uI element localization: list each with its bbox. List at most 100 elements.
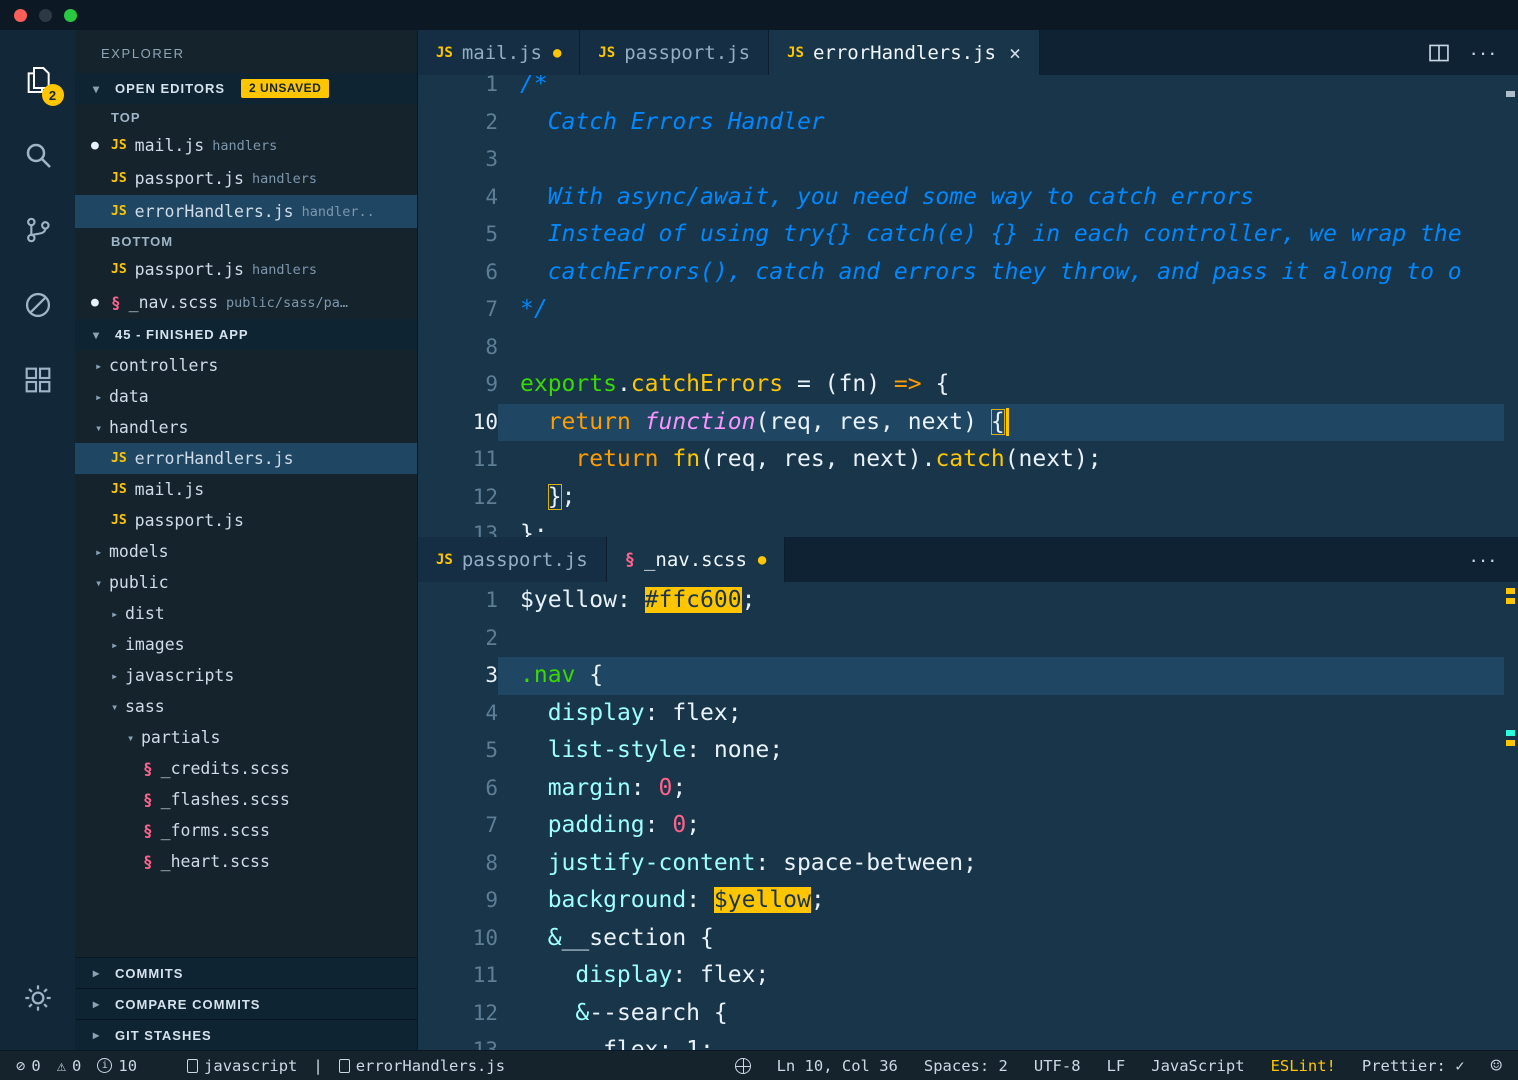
globe-icon: [734, 1057, 751, 1074]
tree-folder-public[interactable]: ▾ public: [75, 567, 417, 598]
eslint-status[interactable]: ESLint!: [1271, 1057, 1336, 1075]
tab-bar: JS mail.js ● JS passport.js JS errorHandlers.j…: [418, 30, 1518, 75]
open-editor-item[interactable]: ● JS mail.js handlers: [75, 129, 417, 162]
language-mode[interactable]: JavaScript: [1151, 1057, 1244, 1075]
code-line[interactable]: 7 */: [418, 291, 1518, 329]
indentation[interactable]: Spaces: 2: [924, 1057, 1008, 1075]
sidebar-section-commits[interactable]: ▸ COMMITS: [75, 957, 417, 988]
code-line[interactable]: 2 Catch Errors Handler: [418, 104, 1518, 142]
code-line[interactable]: 8 justify-content: space-between;: [418, 845, 1518, 883]
cursor-position[interactable]: Ln 10, Col 36: [777, 1057, 898, 1075]
debug-icon[interactable]: [14, 275, 62, 335]
line-number: 13: [472, 1038, 498, 1050]
code-line[interactable]: 1 /*: [418, 75, 1518, 104]
code-line[interactable]: 13};: [418, 516, 1518, 537]
open-editor-item[interactable]: JS passport.js handlers: [75, 162, 417, 195]
more-actions-button[interactable]: ···: [1470, 547, 1498, 573]
tree-file-mail.js[interactable]: JS mail.js: [75, 474, 417, 505]
tab-passport.js[interactable]: JS passport.js: [580, 30, 770, 75]
maximize-button[interactable]: [64, 8, 77, 22]
code-line[interactable]: 3: [418, 141, 1518, 179]
status-text: Ln 10, Col 36: [776, 1056, 898, 1075]
source-control-icon[interactable]: [14, 200, 62, 260]
open-editor-item[interactable]: JS passport.js handlers: [75, 253, 417, 286]
code-line[interactable]: 12 &--search {: [418, 995, 1518, 1033]
code-line[interactable]: 7 padding: 0;: [418, 807, 1518, 845]
remote-indicator[interactable]: [734, 1057, 751, 1074]
tree-folder-handlers[interactable]: ▾ handlers: [75, 412, 417, 443]
open-editors-header[interactable]: ▾ OPEN EDITORS 2 UNSAVED: [75, 73, 417, 104]
sidebar-section-git-stashes[interactable]: ▸ GIT STASHES: [75, 1019, 417, 1050]
open-editors-label: OPEN EDITORS: [115, 81, 226, 96]
code-line[interactable]: 4 display: flex;: [418, 695, 1518, 733]
code-line[interactable]: 6 catchErrors(), catch and errors they t…: [418, 254, 1518, 292]
explorer-icon[interactable]: 2: [14, 50, 64, 110]
language-context[interactable]: javascript: [187, 1057, 297, 1075]
code-line[interactable]: 1 $yellow: #ffc600;: [418, 582, 1518, 620]
warning-icon: ⚠: [56, 1056, 67, 1075]
code-line[interactable]: 2: [418, 620, 1518, 658]
prettier-status[interactable]: Prettier: ✓: [1362, 1057, 1465, 1075]
tree-folder-javascripts[interactable]: ▸ javascripts: [75, 660, 417, 691]
tab-label: passport.js: [461, 548, 588, 571]
warnings-count[interactable]: ⚠ 0: [57, 1057, 82, 1075]
encoding[interactable]: UTF-8: [1034, 1057, 1081, 1075]
tab-_nav.scss[interactable]: § _nav.scss ●: [606, 537, 786, 582]
split-editor-button[interactable]: [1428, 42, 1450, 64]
tree-file-errorHandlers.js[interactable]: JS errorHandlers.js: [75, 443, 417, 474]
code-line[interactable]: 12 };: [418, 479, 1518, 517]
tree-folder-dist[interactable]: ▸ dist: [75, 598, 417, 629]
eol[interactable]: LF: [1107, 1057, 1126, 1075]
code-line[interactable]: 5 list-style: none;: [418, 732, 1518, 770]
tab-passport.js[interactable]: JS passport.js: [418, 537, 607, 582]
file-path-meta: handlers: [212, 137, 278, 154]
code-line[interactable]: 9 exports.catchErrors = (fn) => {: [418, 366, 1518, 404]
section-label: COMPARE COMMITS: [115, 996, 261, 1012]
tab-errorHandlers.js[interactable]: JS errorHandlers.js ×: [769, 30, 1041, 75]
code-text: flex: 1;: [520, 1037, 714, 1050]
folder-root-header[interactable]: ▾ 45 - FINISHED APP: [75, 319, 417, 350]
code-line[interactable]: 4 With async/await, you need some way to…: [418, 179, 1518, 217]
feedback-smiley[interactable]: ☺: [1491, 1055, 1502, 1077]
close-button[interactable]: [14, 8, 27, 22]
code-line[interactable]: 11 display: flex;: [418, 957, 1518, 995]
code-line[interactable]: 5 Instead of using try{} catch(e) {} in …: [418, 216, 1518, 254]
open-editor-item[interactable]: ● § _nav.scss public/sass/pa…: [75, 286, 417, 319]
tab-mail.js[interactable]: JS mail.js ●: [418, 30, 581, 75]
code-line[interactable]: 11 return fn(req, res, next).catch(next)…: [418, 441, 1518, 479]
file-name: passport.js: [134, 511, 244, 530]
open-editor-item[interactable]: JS errorHandlers.js handler..: [75, 195, 417, 228]
more-actions-button[interactable]: ···: [1470, 40, 1498, 66]
errors-count[interactable]: ⊘ 0: [16, 1057, 41, 1075]
ruler-mark: [1506, 730, 1515, 736]
code-editor-bottom[interactable]: 1 $yellow: #ffc600; 2 3 .nav {4 display: fle…: [418, 582, 1518, 1050]
close-tab-icon[interactable]: ×: [1009, 41, 1021, 65]
tree-folder-partials[interactable]: ▾ partials: [75, 722, 417, 753]
code-line[interactable]: 13 flex: 1;: [418, 1032, 1518, 1050]
file-context[interactable]: errorHandlers.js: [338, 1057, 505, 1075]
code-line[interactable]: 10 return function(req, res, next) {: [418, 403, 1518, 441]
tree-folder-models[interactable]: ▸ models: [75, 536, 417, 567]
tree-folder-images[interactable]: ▸ images: [75, 629, 417, 660]
sidebar-section-compare-commits[interactable]: ▸ COMPARE COMMITS: [75, 988, 417, 1019]
tree-folder-data[interactable]: ▸ data: [75, 381, 417, 412]
info-count[interactable]: i 10: [97, 1057, 137, 1075]
tree-folder-controllers[interactable]: ▸ controllers: [75, 350, 417, 381]
code-line[interactable]: 9 background: $yellow;: [418, 882, 1518, 920]
code-editor-top[interactable]: 1 /* 2 Catch Errors Handler 3 4 With async/a…: [418, 75, 1518, 537]
code-line[interactable]: 3 .nav {: [418, 657, 1518, 695]
code-line[interactable]: 10 &__section {: [418, 920, 1518, 958]
extensions-icon[interactable]: [14, 350, 62, 410]
tree-file-_heart.scss[interactable]: § _heart.scss: [75, 846, 417, 877]
tree-file-_forms.scss[interactable]: § _forms.scss: [75, 815, 417, 846]
code-line[interactable]: 8: [418, 329, 1518, 367]
minimize-button[interactable]: [39, 8, 52, 22]
settings-gear-icon[interactable]: [14, 968, 62, 1028]
tree-file-_flashes.scss[interactable]: § _flashes.scss: [75, 784, 417, 815]
code-line[interactable]: 6 margin: 0;: [418, 770, 1518, 808]
search-icon[interactable]: [14, 125, 62, 185]
tree-file-passport.js[interactable]: JS passport.js: [75, 505, 417, 536]
line-number: 5: [485, 222, 498, 246]
tree-file-_credits.scss[interactable]: § _credits.scss: [75, 753, 417, 784]
tree-folder-sass[interactable]: ▾ sass: [75, 691, 417, 722]
